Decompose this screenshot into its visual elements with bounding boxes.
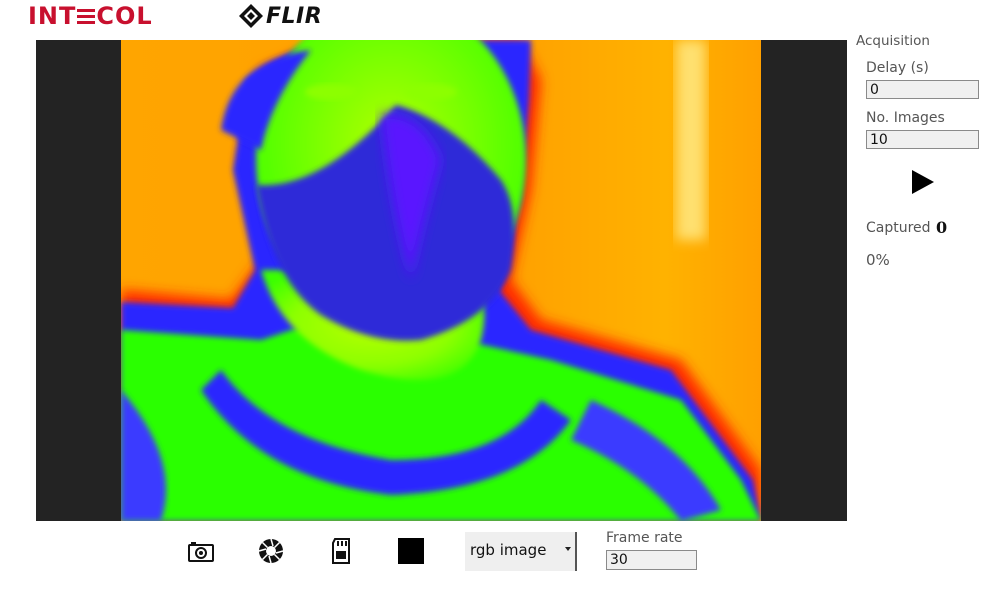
stop-icon[interactable] xyxy=(398,538,424,564)
images-input[interactable]: 10 xyxy=(866,130,979,149)
camera-viewer xyxy=(36,40,847,521)
sd-card-icon[interactable] xyxy=(326,536,356,566)
delay-input[interactable]: 0 xyxy=(866,80,979,99)
logo-e-bars xyxy=(77,7,96,25)
play-icon[interactable] xyxy=(911,170,935,194)
frame-rate-input[interactable]: 30 xyxy=(606,550,697,570)
acquisition-title: Acquisition xyxy=(856,33,930,49)
flir-logo: FLIR xyxy=(238,2,322,30)
aperture-icon[interactable] xyxy=(256,536,286,566)
delay-label: Delay (s) xyxy=(866,60,929,76)
chevron-down-icon xyxy=(565,547,571,551)
image-mode-select[interactable]: rgb image xyxy=(465,532,577,571)
camera-icon[interactable] xyxy=(186,536,216,566)
thermal-image xyxy=(121,40,761,521)
progress-percent: 0% xyxy=(866,251,890,269)
images-label: No. Images xyxy=(866,110,945,126)
flir-diamond-icon xyxy=(239,4,263,28)
captured-label: Captured xyxy=(866,220,931,236)
flir-wordmark: FLIR xyxy=(266,3,323,29)
image-mode-value: rgb image xyxy=(470,541,547,559)
captured-count: 0 xyxy=(936,218,948,237)
frame-rate-label: Frame rate xyxy=(606,530,683,546)
intecol-logo: INT COL xyxy=(28,2,153,30)
